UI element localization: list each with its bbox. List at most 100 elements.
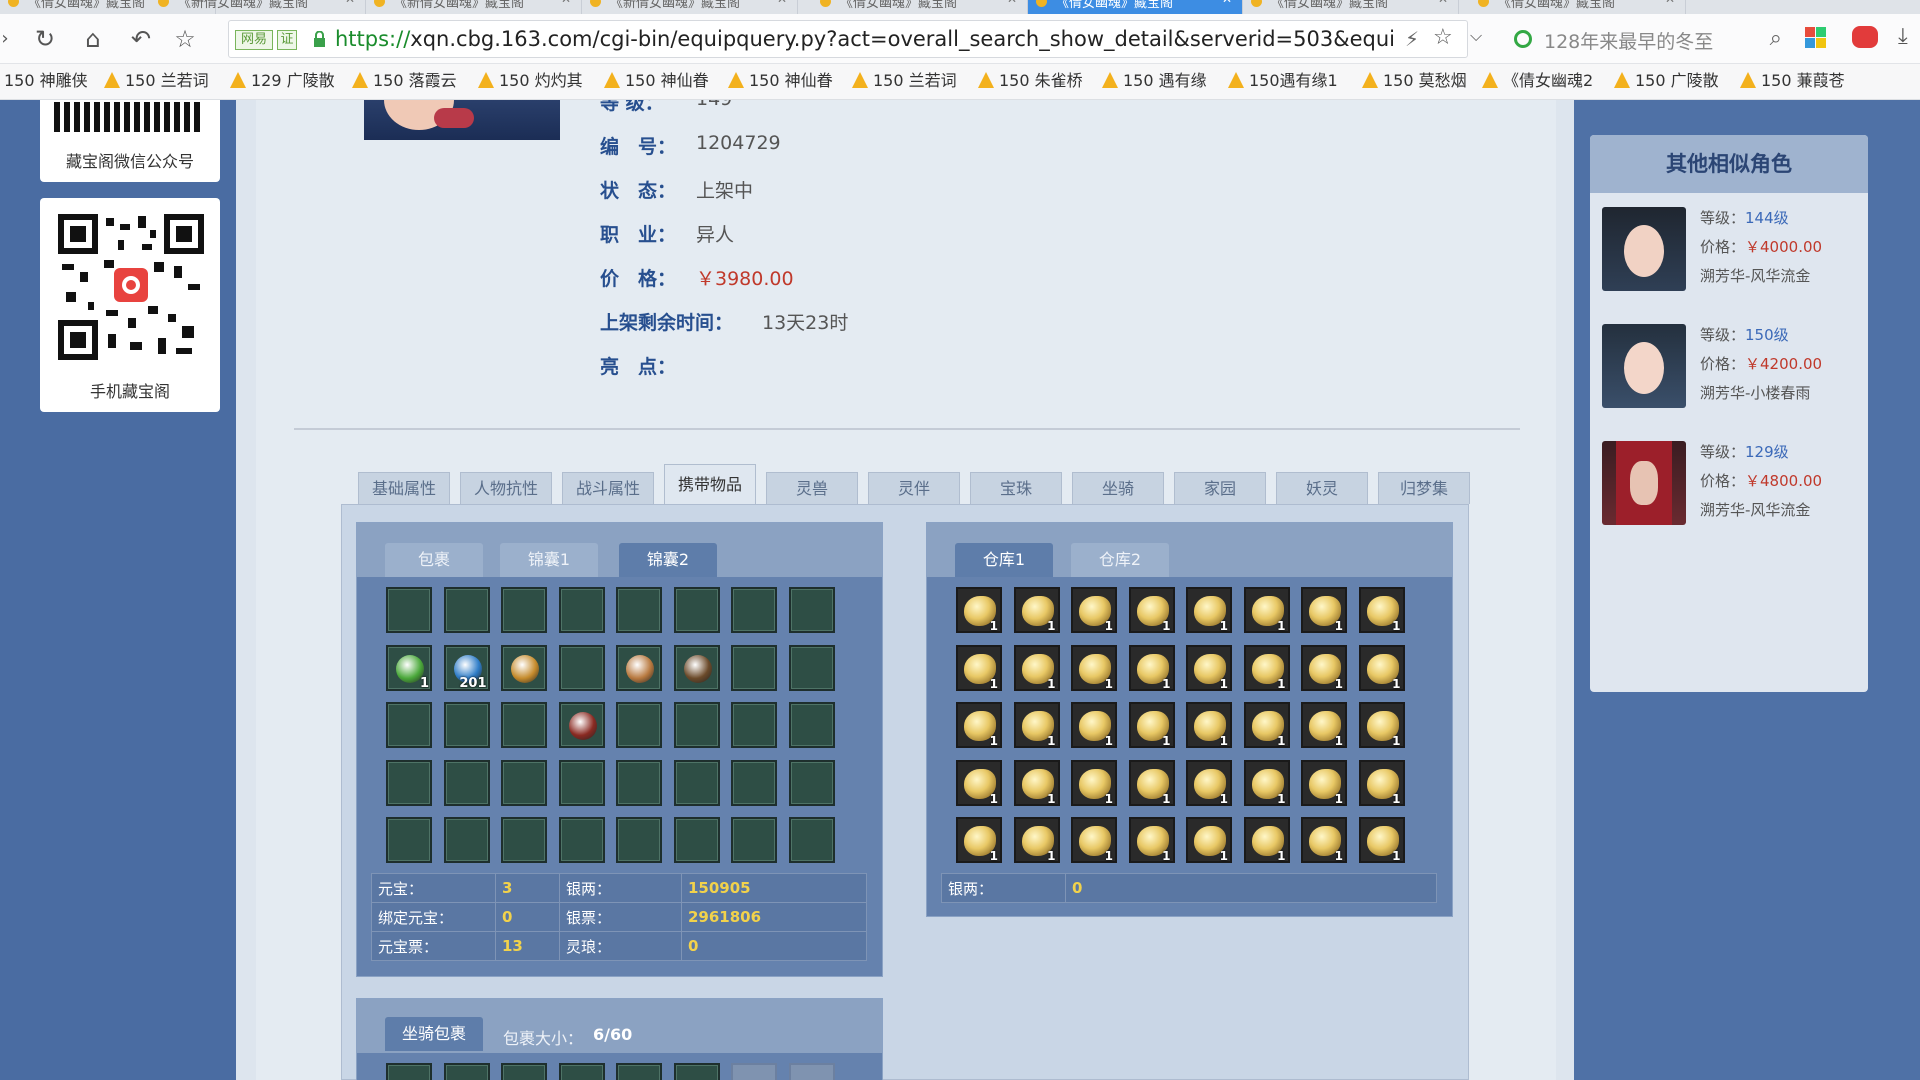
warehouse-item-slot[interactable]: 1 xyxy=(1358,759,1405,806)
tab-spirit-beast[interactable]: 灵兽 xyxy=(766,472,858,504)
bookmark-item[interactable]: 150 蒹葭苍 xyxy=(1740,71,1845,91)
bag-slot[interactable] xyxy=(443,702,490,748)
warehouse-item-slot[interactable]: 1 xyxy=(1301,759,1347,806)
gamepad-icon[interactable] xyxy=(1852,26,1878,48)
browser-tab[interactable]: 《新倩女幽魂》藏宝阁✕ xyxy=(366,0,582,14)
bag-slot[interactable] xyxy=(731,759,777,806)
warehouse-item-slot[interactable]: 1 xyxy=(1186,587,1232,633)
bag-slot[interactable] xyxy=(788,644,835,691)
bookmark-item[interactable]: 150 朱雀桥 xyxy=(978,71,1083,91)
subtab-warehouse-2[interactable]: 仓库2 xyxy=(1071,543,1169,577)
warehouse-item-slot[interactable]: 1 xyxy=(1186,759,1232,806)
bag-slot[interactable] xyxy=(731,817,777,863)
warehouse-item-slot[interactable]: 1 xyxy=(1128,587,1175,633)
mount-bag-slot[interactable] xyxy=(386,1063,432,1080)
warehouse-item-slot[interactable]: 1 xyxy=(1186,817,1232,863)
url-text[interactable]: https://xqn.cbg.163.com/cgi-bin/equipque… xyxy=(335,27,1395,51)
close-tab-icon[interactable]: ✕ xyxy=(1665,0,1675,5)
bag-slot[interactable] xyxy=(673,702,720,748)
undo-icon[interactable]: ↶ xyxy=(126,24,156,54)
warehouse-item-slot[interactable]: 1 xyxy=(1071,759,1117,806)
bag-item-slot[interactable] xyxy=(501,644,547,691)
warehouse-item-slot[interactable]: 1 xyxy=(1243,644,1290,691)
bag-slot[interactable] xyxy=(788,759,835,806)
browser-tab[interactable]: 《倩女幽魂》藏宝阁✕ xyxy=(1243,0,1459,14)
subtab-pouch-2[interactable]: 锦囊2 xyxy=(619,543,717,577)
similar-role-item[interactable]: 等级：129级 价格：￥4800.00 溯芳华-风华流金 xyxy=(1602,441,1862,531)
warehouse-item-slot[interactable]: 1 xyxy=(956,702,1002,748)
subtab-bag[interactable]: 包裹 xyxy=(385,543,483,577)
mount-bag-slot[interactable] xyxy=(443,1063,490,1080)
bag-item-slot[interactable] xyxy=(616,644,662,691)
warehouse-item-slot[interactable]: 1 xyxy=(1243,759,1290,806)
bookmark-item[interactable]: 《倩女幽魂2 xyxy=(1482,71,1593,91)
search-icon[interactable]: ⌕ xyxy=(1770,26,1782,51)
bag-item-slot[interactable]: 201 xyxy=(443,644,490,691)
role-avatar[interactable] xyxy=(1602,324,1686,408)
subtab-warehouse-1[interactable]: 仓库1 xyxy=(955,543,1053,577)
bag-slot[interactable] xyxy=(558,759,605,806)
warehouse-item-slot[interactable]: 1 xyxy=(1186,644,1232,691)
warehouse-item-slot[interactable]: 1 xyxy=(1128,702,1175,748)
warehouse-item-slot[interactable]: 1 xyxy=(1358,702,1405,748)
tab-basic-attributes[interactable]: 基础属性 xyxy=(358,472,450,504)
bag-slot[interactable] xyxy=(558,587,605,633)
browser-tab[interactable]: 《倩女幽魂》藏宝阁✕ xyxy=(812,0,1028,14)
warehouse-item-slot[interactable]: 1 xyxy=(1128,644,1175,691)
warehouse-item-slot[interactable]: 1 xyxy=(1071,644,1117,691)
bag-slot[interactable] xyxy=(443,759,490,806)
lightning-icon[interactable]: ⚡ xyxy=(1405,27,1419,51)
bookmark-item[interactable]: 150 兰若词 xyxy=(852,71,957,91)
warehouse-item-slot[interactable]: 1 xyxy=(1301,817,1347,863)
bag-slot[interactable] xyxy=(788,817,835,863)
warehouse-item-slot[interactable]: 1 xyxy=(1301,644,1347,691)
warehouse-item-slot[interactable]: 1 xyxy=(1301,587,1347,633)
bag-slot[interactable] xyxy=(788,702,835,748)
warehouse-item-slot[interactable]: 1 xyxy=(1128,759,1175,806)
tab-carried-items[interactable]: 携带物品 xyxy=(664,464,756,504)
bag-slot[interactable] xyxy=(443,817,490,863)
warehouse-item-slot[interactable]: 1 xyxy=(956,644,1002,691)
warehouse-item-slot[interactable]: 1 xyxy=(1013,817,1060,863)
warehouse-item-slot[interactable]: 1 xyxy=(1358,587,1405,633)
bag-slot[interactable] xyxy=(501,587,547,633)
tab-companion[interactable]: 灵伴 xyxy=(868,472,960,504)
mount-bag-slot[interactable] xyxy=(558,1063,605,1080)
tab-battle-attributes[interactable]: 战斗属性 xyxy=(562,472,654,504)
warehouse-item-slot[interactable]: 1 xyxy=(956,587,1002,633)
bag-slot[interactable] xyxy=(673,817,720,863)
browser-tab[interactable]: 《新倩女幽魂》藏宝阁✕ xyxy=(582,0,798,14)
bag-slot[interactable] xyxy=(616,759,662,806)
bag-slot[interactable] xyxy=(788,587,835,633)
warehouse-item-slot[interactable]: 1 xyxy=(956,817,1002,863)
bag-item-slot[interactable] xyxy=(558,702,605,748)
similar-role-item[interactable]: 等级：144级 价格：￥4000.00 溯芳华-风华流金 xyxy=(1602,207,1862,297)
bag-slot[interactable] xyxy=(501,759,547,806)
warehouse-item-slot[interactable]: 1 xyxy=(956,759,1002,806)
bag-slot[interactable] xyxy=(558,817,605,863)
bookmark-item[interactable]: 150 遇有缘 xyxy=(1102,71,1207,91)
warehouse-item-slot[interactable]: 1 xyxy=(1013,587,1060,633)
warehouse-item-slot[interactable]: 1 xyxy=(1243,587,1290,633)
download-icon[interactable]: ⤓ xyxy=(1898,24,1908,49)
warehouse-item-slot[interactable]: 1 xyxy=(1071,587,1117,633)
role-avatar[interactable] xyxy=(1602,441,1686,525)
close-tab-icon[interactable]: ✕ xyxy=(1438,0,1448,5)
close-tab-icon[interactable]: ✕ xyxy=(561,0,571,5)
bookmark-item[interactable]: 150 莫愁烟 xyxy=(1362,71,1467,91)
close-tab-icon[interactable]: ✕ xyxy=(1222,0,1232,5)
browser-tab[interactable]: 《新倩女幽魂》藏宝阁✕ xyxy=(150,0,366,14)
warehouse-item-slot[interactable]: 1 xyxy=(1186,702,1232,748)
warehouse-item-slot[interactable]: 1 xyxy=(1358,817,1405,863)
mount-bag-slot[interactable] xyxy=(788,1063,835,1080)
tab-yaoling[interactable]: 妖灵 xyxy=(1276,472,1368,504)
bag-slot[interactable] xyxy=(558,644,605,691)
bag-slot[interactable] xyxy=(731,644,777,691)
tab-dream-collection[interactable]: 归梦集 xyxy=(1378,472,1470,504)
home-icon[interactable]: ⌂ xyxy=(78,24,108,54)
bag-slot[interactable] xyxy=(616,817,662,863)
bag-slot[interactable] xyxy=(386,702,432,748)
close-tab-icon[interactable]: ✕ xyxy=(345,0,355,5)
reload-icon[interactable]: ↻ xyxy=(30,24,60,54)
bookmark-item[interactable]: 129 广陵散 xyxy=(230,71,335,91)
